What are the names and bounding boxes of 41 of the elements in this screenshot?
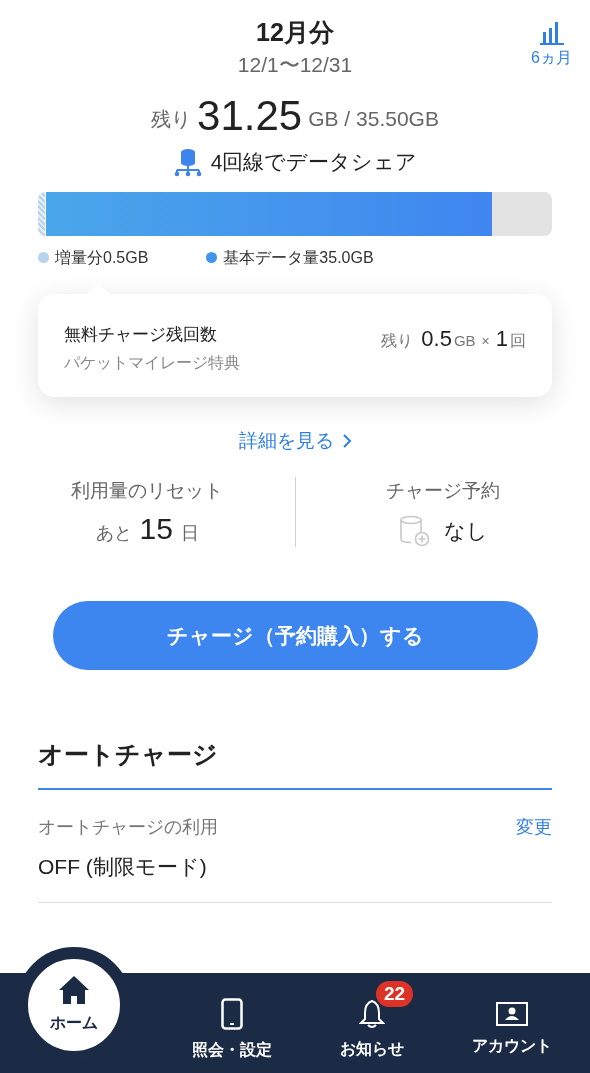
stat-prefix: あと: [95, 522, 132, 545]
legend-label: 基本データ量35.0GB: [223, 247, 374, 268]
chevron-right-icon: [341, 432, 352, 449]
stat-value: 15: [139, 512, 173, 546]
nav-item[interactable]: 照会・設定: [162, 977, 302, 1073]
data-share-text: 4回線でデータシェア: [210, 149, 418, 175]
setting-value: OFF (制限モード): [38, 853, 208, 880]
stat-suffix: 日: [180, 522, 199, 545]
charge-button[interactable]: チャージ（予約購入）する: [52, 601, 538, 670]
account-card-icon: [496, 1002, 528, 1026]
nav-item[interactable]: お知らせ 22: [302, 977, 442, 1073]
month-title: 12月分: [256, 17, 334, 48]
setting-label: オートチャージの利用: [38, 815, 218, 839]
nav-item[interactable]: アカウント: [442, 977, 582, 1073]
home-icon: [58, 975, 90, 1005]
times-sign: ×: [481, 331, 490, 351]
period-text: 12/1〜12/31: [237, 52, 353, 78]
free-charge-prefix: 残り: [381, 330, 414, 351]
data-share-icon: [172, 146, 203, 177]
free-charge-count: 1: [495, 324, 508, 353]
details-link[interactable]: 詳細を見る: [238, 426, 352, 455]
notification-badge: 22: [376, 981, 414, 1007]
remaining-total: GB / 35.50GB: [308, 105, 439, 132]
remaining-label: 残り: [151, 107, 192, 132]
stat-label: チャージ予約: [385, 479, 500, 503]
history-button[interactable]: 6ヵ月: [531, 20, 572, 70]
smartphone-icon: [221, 998, 243, 1030]
legend-label: 増量分0.5GB: [55, 247, 149, 268]
free-charge-amount: 0.5: [421, 324, 452, 353]
free-charge-title: 無料チャージ残回数: [64, 323, 218, 346]
remaining-value: 31.25: [197, 92, 303, 140]
free-charge-count-unit: 回: [510, 330, 526, 351]
bell-icon: [359, 999, 385, 1029]
bar-chart-icon: [539, 20, 564, 46]
stat-label: 利用量のリセット: [71, 479, 224, 503]
free-charge-subtitle: パケットマイレージ特典: [64, 353, 240, 373]
change-link[interactable]: 変更: [516, 813, 552, 841]
free-charge-unit: GB: [453, 330, 476, 351]
database-add-icon: [397, 515, 430, 547]
section-title: オートチャージ: [38, 739, 219, 770]
stat-value: なし: [443, 518, 488, 545]
